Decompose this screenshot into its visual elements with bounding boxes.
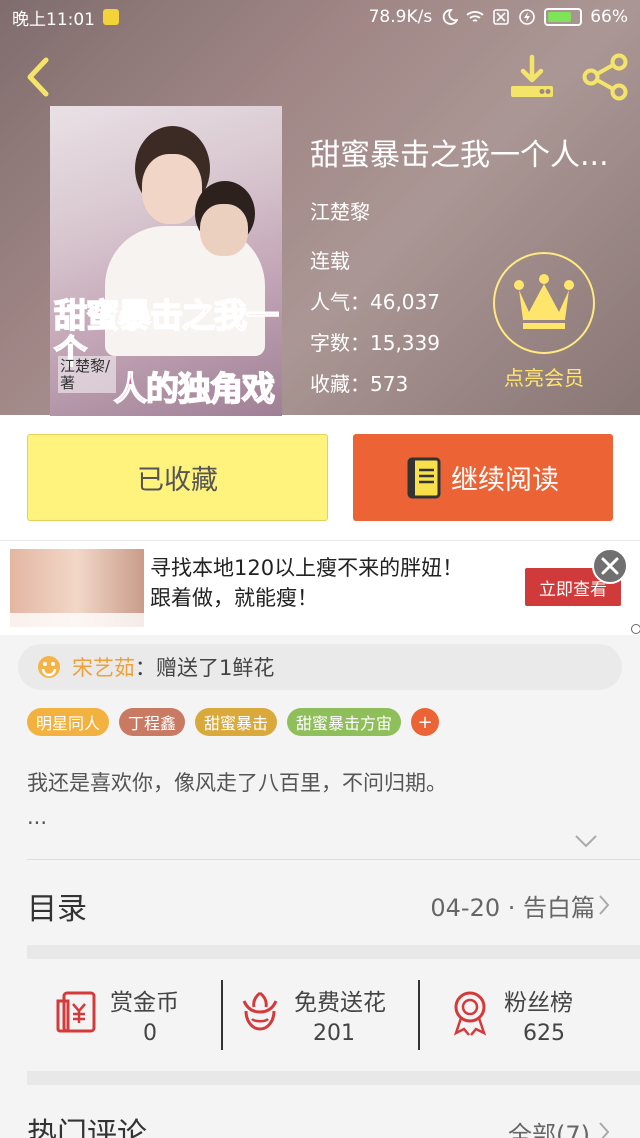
back-button[interactable] [10,50,64,104]
ad-image-caption [10,613,144,627]
ad-line2: 跟着做，就能瘦！ [150,586,318,611]
expand-synopsis-button[interactable] [574,833,598,852]
book-info: 甜蜜暴击之我一个人... 江楚黎 连载 人气：46,037 字数：15,339 … [310,130,630,397]
ad-line1: 寻找本地120以上瘦不来的胖妞！ [150,556,464,580]
share-button[interactable] [578,50,632,104]
download-button[interactable] [505,50,559,104]
gift-flower-icon [38,656,60,678]
continue-reading-button[interactable]: 继续阅读 [353,434,613,521]
section-separator [27,1071,640,1085]
chevron-right-icon [599,895,610,915]
chevron-right-icon [599,1122,610,1138]
stat-label: 免费送花 [294,990,386,1016]
all-comments-link[interactable]: 全部(7) [508,1115,590,1138]
moon-icon [443,9,459,25]
stat-value: 0 [143,1021,157,1046]
tag-list: 明星同人 丁程鑫 甜蜜暴击 甜蜜暴击方宙 + [27,708,440,736]
network-speed: 78.9K/s [368,7,433,27]
cover-figure [142,154,202,224]
ad-text: 寻找本地120以上瘦不来的胖妞！ 跟着做，就能瘦！ [150,553,510,614]
crown-icon [514,274,574,329]
continue-reading-label: 继续阅读 [451,465,559,496]
tag-item[interactable]: 明星同人 [27,708,110,736]
stat-label: 粉丝榜 [504,990,573,1016]
gift-ticker[interactable]: 宋艺茹 ：赠送了1鲜花 [18,644,622,690]
cover-author: 江楚黎/著 [58,356,116,393]
synopsis-text: 我还是喜欢你，像风走了八百里，不问归期。 [27,771,447,795]
tag-item[interactable]: 甜蜜暴击方宙 [287,708,402,736]
flower-icon [242,991,278,1031]
red-envelope-icon [56,991,96,1033]
stat-label: 赏金币 [110,990,179,1016]
battery-level: 66% [590,7,628,27]
popularity-label: 人气： [310,290,370,314]
ad-info-icon[interactable] [631,624,640,634]
book-title: 甜蜜暴击之我一个人... [310,138,609,173]
favorites-label: 收藏： [310,372,370,396]
status-time: 晚上11:01 [12,9,95,30]
tag-item[interactable]: 丁程鑫 [119,708,186,736]
ad-image [10,549,144,627]
medal-icon [453,991,487,1036]
cover-figure [200,204,248,256]
close-icon [601,557,619,575]
gift-text: ：赠送了1鲜花 [135,656,275,680]
status-bar: 晚上11:01 78.9K/s 66% [0,0,640,34]
book-icon [407,457,441,498]
toc-latest-chapter: 04-20 · 告白篇 [430,894,595,922]
stat-value: 201 [313,1021,355,1046]
share-icon [582,53,628,101]
section-separator [27,945,640,959]
vip-badge-button[interactable] [493,252,595,354]
chevron-down-icon [575,835,597,848]
word-count-label: 字数： [310,331,370,355]
favorited-button[interactable]: 已收藏 [27,434,328,521]
ad-banner[interactable]: 寻找本地120以上瘦不来的胖妞！ 跟着做，就能瘦！ 立即查看 [0,540,640,635]
download-icon [511,54,553,97]
word-count-value: 15,339 [370,331,440,355]
vip-label[interactable]: 点亮会员 [478,362,610,391]
charging-icon [519,9,536,25]
battery-icon [544,8,583,26]
add-tag-button[interactable]: + [411,708,440,736]
stat-divider [221,980,223,1050]
tag-item[interactable]: 甜蜜暴击 [195,708,278,736]
stats-row: 赏金币 0 免费送花 201 粉丝榜 625 [0,959,640,1071]
book-cover[interactable]: 甜蜜暴击之我一个 人的独角戏 江楚黎/著 [50,106,282,416]
stat-divider [418,980,420,1050]
toc-label: 目录 [27,892,87,927]
synopsis[interactable]: 我还是喜欢你，像风走了八百里，不问归期。 ... [27,767,617,834]
book-detail: 宋艺茹 ：赠送了1鲜花 明星同人 丁程鑫 甜蜜暴击 甜蜜暴击方宙 + 我还是喜欢… [0,635,640,860]
hot-comments-label: 热门评论 [27,1117,147,1138]
ad-close-button[interactable] [592,548,628,584]
sim-icon [493,9,510,25]
synopsis-ellipsis: ... [27,804,48,829]
stat-value: 625 [523,1021,565,1046]
action-bar: 已收藏 继续阅读 [0,415,640,540]
hot-comments-row[interactable]: 热门评论 全部(7) [0,1085,640,1138]
gift-sender: 宋艺茹 [72,656,135,680]
table-of-contents-row[interactable]: 目录 04-20 · 告白篇 [0,860,640,945]
popularity-value: 46,037 [370,290,440,314]
book-author[interactable]: 江楚黎 [310,196,630,225]
back-arrow-icon [27,57,49,97]
favorites-value: 573 [370,372,409,396]
app-notification-icon [103,9,119,25]
wifi-icon [466,11,484,22]
